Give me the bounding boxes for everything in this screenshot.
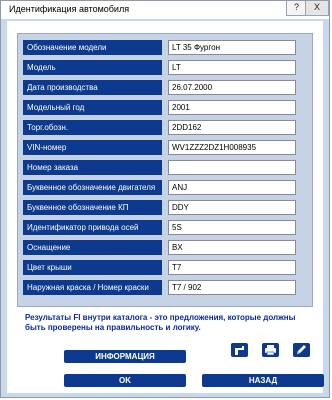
- value-equipment[interactable]: BX: [168, 240, 296, 255]
- row-model-designation: Обозначение модели LT 35 Фургон: [18, 40, 312, 57]
- label-model: Модель: [23, 60, 162, 75]
- vehicle-data-panel: Обозначение модели LT 35 Фургон Модель L…: [17, 33, 313, 307]
- window-title: Идентификация автомобиля: [9, 4, 130, 14]
- row-roof-color: Цвет крыши T7: [18, 260, 312, 277]
- value-gearbox-code[interactable]: DDY: [168, 200, 296, 215]
- ok-button[interactable]: OK: [64, 374, 186, 387]
- row-exterior-paint: Наружная краска / Номер краски T7 / 902: [18, 280, 312, 297]
- info-button[interactable]: ИНФОРМАЦИЯ: [64, 350, 186, 363]
- label-trade-designation: Торг.обозн.: [23, 120, 162, 135]
- export-button[interactable]: [231, 343, 248, 357]
- value-engine-code[interactable]: ANJ: [168, 180, 296, 195]
- row-equipment: Оснащение BX: [18, 240, 312, 257]
- label-model-year: Модельный год: [23, 100, 162, 115]
- value-roof-color[interactable]: T7: [168, 260, 296, 275]
- value-vin[interactable]: WV1ZZZ2DZ1H008935: [168, 140, 296, 155]
- label-model-designation: Обозначение модели: [23, 40, 162, 55]
- close-button[interactable]: X: [305, 1, 329, 16]
- label-production-date: Дата производства: [23, 80, 162, 95]
- disclaimer-note: Результаты FI внутри каталога - это пред…: [25, 313, 296, 332]
- row-model-year: Модельный год 2001: [18, 100, 312, 117]
- value-order-number[interactable]: [168, 160, 296, 175]
- value-trade-designation[interactable]: 2DD162: [168, 120, 296, 135]
- label-exterior-paint: Наружная краска / Номер краски: [23, 280, 162, 295]
- label-axle-drive-id: Идентификатор привода осей: [23, 220, 162, 235]
- value-model[interactable]: LT: [168, 60, 296, 75]
- label-engine-code: Буквенное обозначение двигателя: [23, 180, 162, 195]
- value-production-date[interactable]: 26.07.2000: [168, 80, 296, 95]
- label-gearbox-code: Буквенное обозначение КП: [23, 200, 162, 215]
- value-model-year[interactable]: 2001: [168, 100, 296, 115]
- dialog-body: Обозначение модели LT 35 Фургон Модель L…: [7, 21, 323, 393]
- row-model: Модель LT: [18, 60, 312, 77]
- row-order-number: Номер заказа: [18, 160, 312, 177]
- value-model-designation[interactable]: LT 35 Фургон: [168, 40, 296, 55]
- help-button[interactable]: ?: [286, 1, 307, 16]
- row-trade-designation: Торг.обозн. 2DD162: [18, 120, 312, 137]
- value-axle-drive-id[interactable]: 5S: [168, 220, 296, 235]
- label-order-number: Номер заказа: [23, 160, 162, 175]
- label-roof-color: Цвет крыши: [23, 260, 162, 275]
- row-axle-drive-id: Идентификатор привода осей 5S: [18, 220, 312, 237]
- print-button[interactable]: [262, 343, 279, 357]
- row-engine-code: Буквенное обозначение двигателя ANJ: [18, 180, 312, 197]
- edit-button[interactable]: [293, 343, 310, 357]
- value-exterior-paint[interactable]: T7 / 902: [168, 280, 296, 295]
- row-gearbox-code: Буквенное обозначение КП DDY: [18, 200, 312, 217]
- back-button[interactable]: НАЗАД: [202, 374, 324, 387]
- row-vin: VIN-номер WV1ZZZ2DZ1H008935: [18, 140, 312, 157]
- title-bar: Идентификация автомобиля ? X: [1, 1, 329, 19]
- label-equipment: Оснащение: [23, 240, 162, 255]
- row-production-date: Дата производства 26.07.2000: [18, 80, 312, 97]
- label-vin: VIN-номер: [23, 140, 162, 155]
- identification-window: Идентификация автомобиля ? X Обозначение…: [0, 0, 330, 398]
